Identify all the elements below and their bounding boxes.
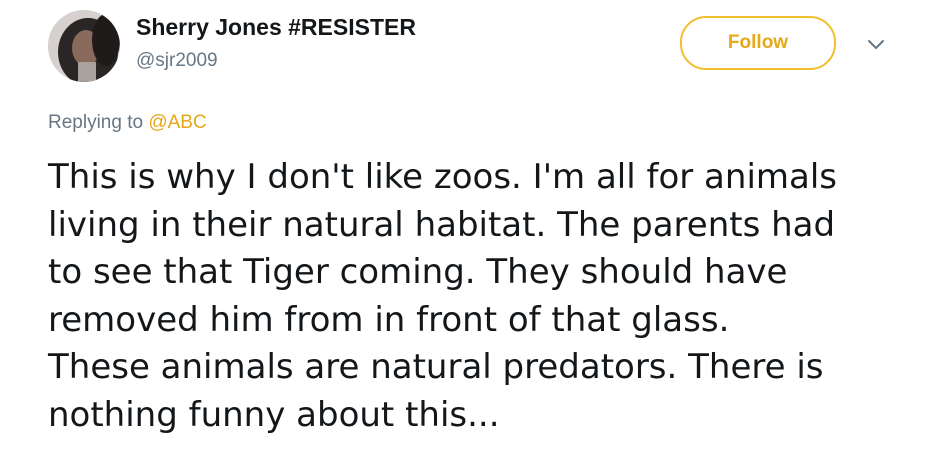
tweet-text-line: living in their natural habitat. The par… <box>48 204 836 245</box>
author-display-name[interactable]: Sherry Jones #RESISTER <box>136 14 416 41</box>
tweet-text: This is why I don't like zoos. I'm all f… <box>48 154 908 439</box>
avatar[interactable] <box>48 10 120 82</box>
tweet-text-line: to see that Tiger coming. They should ha… <box>48 252 788 292</box>
reply-mention-link[interactable]: @ABC <box>148 112 206 133</box>
tweet-text-line: This is why I don't like zoos. I'm all f… <box>48 157 838 197</box>
avatar-image <box>48 10 120 82</box>
chevron-down-icon[interactable] <box>864 36 888 54</box>
replying-to: Replying to @ABC <box>48 112 207 134</box>
author-screen-name[interactable]: @sjr2009 <box>136 50 218 72</box>
replying-to-label: Replying to <box>48 112 144 133</box>
tweet-text-line: These animals are natural predators. The… <box>48 347 824 387</box>
follow-button[interactable]: Follow <box>680 16 836 70</box>
tweet-text-line: removed him from in front of that glass. <box>48 299 730 340</box>
tweet-text-line: nothing funny about this... <box>48 394 500 435</box>
